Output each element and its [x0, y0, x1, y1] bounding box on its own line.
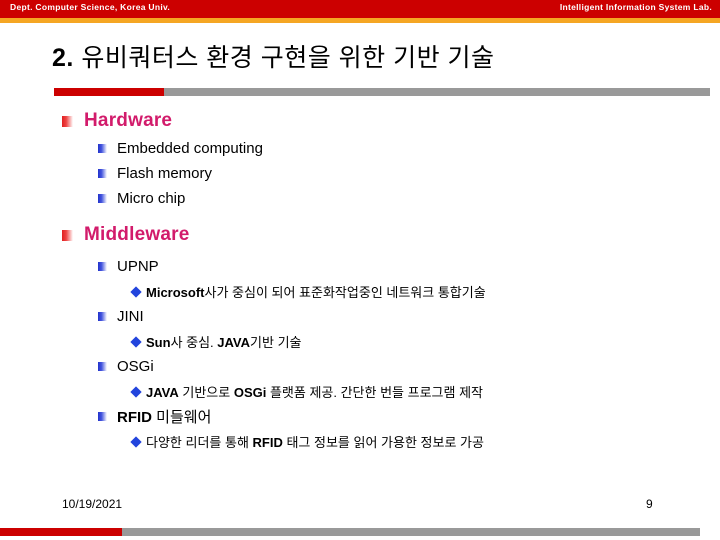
bullet-item-middleware: Middleware — [0, 220, 720, 250]
bullet-detail-pre: 다양한 리더를 통해 — [146, 435, 253, 450]
bullet-label: Middleware — [84, 224, 190, 245]
bullet-label-bold: RFID — [117, 409, 152, 426]
bullet-label: OSGi — [117, 358, 154, 375]
square-bullet-icon — [98, 262, 107, 271]
title-rule-red — [54, 88, 164, 96]
bullet-detail: JAVA 기반으로 OSGi 플랫폼 제공. 간단한 번들 프로그램 제작 — [146, 382, 483, 401]
bullet-label: JINI — [117, 308, 144, 325]
bullet-detail-bold2: JAVA — [217, 335, 251, 350]
bullet-detail-bold2: OSGi — [233, 385, 267, 400]
header-left-label: Dept. Computer Science, Korea Univ. — [10, 2, 171, 12]
square-bullet-icon — [98, 312, 107, 321]
bullet-detail-bold: Sun — [146, 335, 171, 350]
square-bullet-icon — [62, 115, 73, 127]
bullet-detail: Sun사 중심. JAVA기반 기술 — [146, 332, 301, 351]
diamond-bullet-icon — [130, 385, 142, 398]
bullet-item-upnp-detail: Microsoft사가 중심이 되어 표준화작업중인 네트워크 통합기술 — [0, 279, 720, 304]
bullet-label: RFID 미들웨어 — [117, 406, 211, 427]
bullet-item-jini-detail: Sun사 중심. JAVA기반 기술 — [0, 329, 720, 354]
square-bullet-icon — [98, 412, 107, 421]
bullet-item-osgi-detail: JAVA 기반으로 OSGi 플랫폼 제공. 간단한 번들 프로그램 제작 — [0, 379, 720, 404]
square-bullet-icon — [98, 194, 107, 203]
bullet-label: Flash memory — [117, 165, 213, 182]
bullet-detail-bold: RFID — [252, 435, 283, 450]
page-title-text: 유비쿼터스 환경 구현을 위한 기반 기술 — [81, 44, 495, 72]
slide-body: Hardware Embedded computing Flash memory… — [0, 106, 720, 454]
bullet-detail-bold: Microsoft — [146, 285, 205, 300]
bullet-item-hardware: Hardware — [0, 106, 720, 136]
bullet-detail: Microsoft사가 중심이 되어 표준화작업중인 네트워크 통합기술 — [146, 282, 486, 301]
footer-date: 10/19/2021 — [62, 497, 123, 511]
bullet-label: Micro chip — [117, 190, 186, 207]
diamond-bullet-icon — [130, 285, 142, 298]
bullet-label: UPNP — [117, 258, 159, 275]
bullet-label-rest: 미들웨어 — [152, 409, 212, 426]
bullet-item-micro-chip: Micro chip — [0, 186, 720, 211]
footer-page-number: 9 — [646, 497, 653, 511]
bullet-label: Hardware — [84, 110, 173, 131]
square-bullet-icon — [98, 362, 107, 371]
footer-bar-red — [0, 528, 122, 536]
diamond-bullet-icon — [130, 335, 142, 348]
page-title: 2. 유비쿼터스 환경 구현을 위한 기반 기술 — [52, 38, 495, 74]
square-bullet-icon — [98, 144, 107, 153]
bullet-item-rfid-middleware: RFID 미들웨어 — [0, 404, 720, 429]
bullet-item-jini: JINI — [0, 304, 720, 329]
bullet-detail: 다양한 리더를 통해 RFID 태그 정보를 읽어 가용한 정보로 가공 — [146, 432, 484, 451]
page-title-number: 2. — [52, 44, 74, 72]
bullet-detail-rest: 기반 기술 — [250, 335, 302, 350]
bullet-label: Embedded computing — [117, 140, 263, 157]
bullet-detail-mid: 기반으로 — [178, 385, 234, 400]
header-accent-bar — [0, 18, 720, 23]
bullet-detail-mid: 사 중심. — [170, 335, 218, 350]
bullet-detail-rest: 사가 중심이 되어 표준화작업중인 네트워크 통합기술 — [204, 285, 486, 300]
diamond-bullet-icon — [130, 435, 142, 448]
bullet-detail-rest: 플랫폼 제공. 간단한 번들 프로그램 제작 — [266, 385, 483, 400]
bullet-detail-bold: JAVA — [146, 385, 179, 400]
bullet-item-rfid-detail: 다양한 리더를 통해 RFID 태그 정보를 읽어 가용한 정보로 가공 — [0, 429, 720, 454]
bullet-item-embedded-computing: Embedded computing — [0, 136, 720, 161]
bullet-item-osgi: OSGi — [0, 354, 720, 379]
header-right-label: Intelligent Information System Lab. — [559, 2, 712, 12]
square-bullet-icon — [62, 229, 73, 241]
bullet-item-upnp: UPNP — [0, 254, 720, 279]
slide: Dept. Computer Science, Korea Univ. Inte… — [0, 0, 720, 540]
bullet-detail-rest: 태그 정보를 읽어 가용한 정보로 가공 — [282, 435, 484, 450]
square-bullet-icon — [98, 169, 107, 178]
bullet-item-flash-memory: Flash memory — [0, 161, 720, 186]
